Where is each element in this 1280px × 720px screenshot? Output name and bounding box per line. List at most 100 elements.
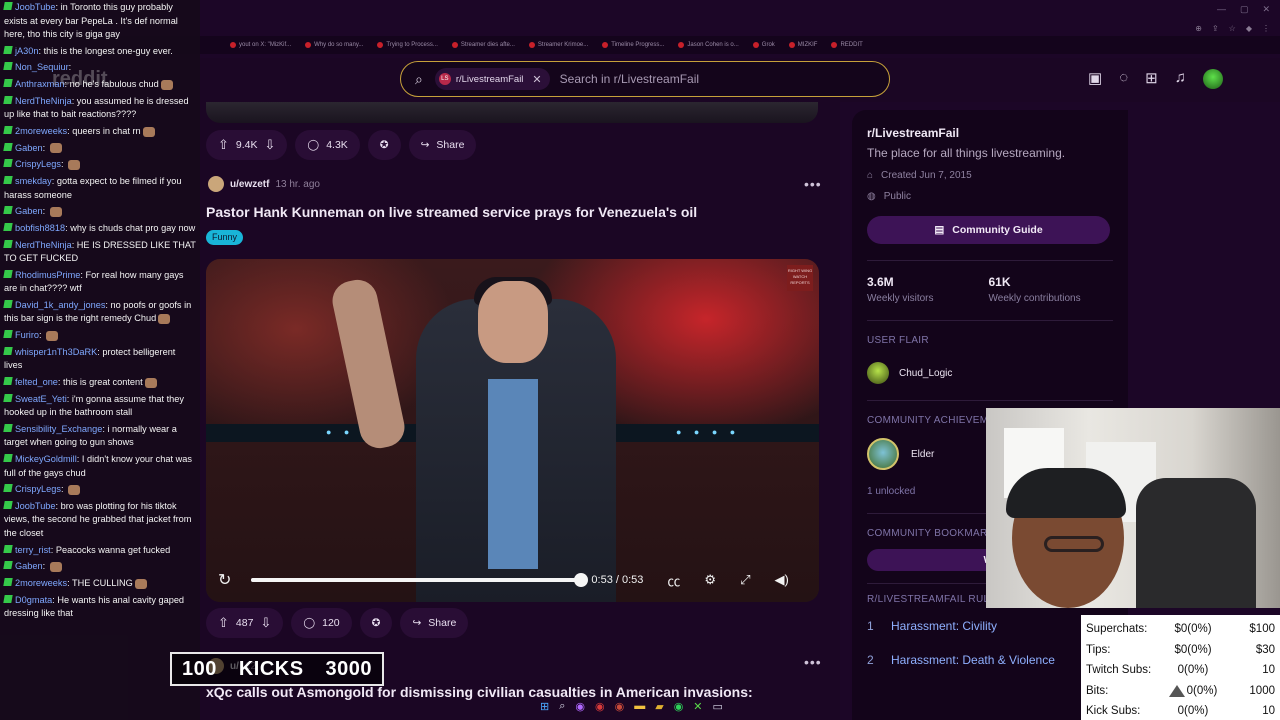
upvote-icon[interactable]: ⇧ <box>218 615 229 631</box>
bookmark-item[interactable]: Why do so many... <box>305 42 363 48</box>
chat-message: Gaben: <box>3 205 196 219</box>
chat-username[interactable]: D0gmata <box>15 595 52 605</box>
chat-username[interactable]: terry_rist <box>15 545 51 555</box>
bookmark-item[interactable]: MIZKIF <box>788 42 817 48</box>
share-button[interactable]: ↪ Share <box>400 608 469 638</box>
windows-start-icon[interactable]: ⊞ <box>540 700 549 713</box>
chat-username[interactable]: MickeyGoldmill <box>15 454 77 464</box>
star-icon[interactable]: ☆ <box>1229 24 1236 33</box>
user-avatar[interactable] <box>1202 69 1223 89</box>
minimize-icon[interactable]: — <box>1217 4 1226 15</box>
chat-username[interactable]: Sensibility_Exchange <box>15 424 102 434</box>
replay-icon[interactable]: ↻ <box>218 570 231 590</box>
clear-chip-icon[interactable]: ✕ <box>532 73 541 86</box>
downvote-icon[interactable]: ⇩ <box>260 615 271 631</box>
settings-gear-icon[interactable]: ⚙ <box>704 572 716 588</box>
menu-icon[interactable]: ⋮ <box>1262 24 1270 33</box>
post-flair[interactable]: Funny <box>206 230 244 245</box>
chat-username[interactable]: NerdTheNinja <box>15 240 72 250</box>
subreddit-search-chip[interactable]: LS r/LivestreamFail ✕ <box>434 68 550 90</box>
bookmark-item[interactable]: Grok <box>752 42 775 48</box>
pastor-head <box>478 281 548 363</box>
close-icon[interactable]: ✕ <box>1262 4 1270 15</box>
browser-taskbar-icon[interactable]: ◉ <box>575 700 585 713</box>
advertise-icon[interactable]: ▣ <box>1088 69 1102 89</box>
seek-bar[interactable] <box>251 573 589 587</box>
community-guide-button[interactable]: ▤ Community Guide <box>867 216 1110 244</box>
chat-username[interactable]: RhodimusPrime <box>15 270 80 280</box>
files-taskbar-icon[interactable]: ▰ <box>655 700 663 713</box>
search-icon: ⌕ <box>415 70 423 87</box>
post-title[interactable]: Pastor Hank Kunneman on live streamed se… <box>206 204 697 220</box>
author-avatar[interactable] <box>208 176 224 192</box>
chat-username[interactable]: bobfish8818 <box>15 223 65 233</box>
chat-username[interactable]: SweatE_Yeti <box>15 394 67 404</box>
more-options-icon[interactable]: ••• <box>804 176 822 192</box>
chrome-taskbar-icon[interactable]: ◉ <box>615 700 625 713</box>
notifications-icon[interactable]: ♫ <box>1175 69 1186 89</box>
downvote-icon[interactable]: ⇩ <box>265 137 276 153</box>
extension-icon[interactable]: ◆ <box>1246 24 1252 33</box>
app-taskbar-icon[interactable]: ◉ <box>595 700 605 713</box>
comments-button[interactable]: ◯ 4.3K <box>295 130 360 160</box>
bookmark-item[interactable]: Trying to Process... <box>377 42 438 48</box>
chat-username[interactable]: NerdTheNinja <box>15 96 72 106</box>
xbox-taskbar-icon[interactable]: ✕ <box>693 700 702 713</box>
achievement-badge-icon <box>867 438 899 470</box>
chat-username[interactable]: felted_one <box>15 377 58 387</box>
chat-username[interactable]: jA30n <box>15 46 39 56</box>
chat-username[interactable]: Gaben <box>15 206 43 216</box>
create-post-icon[interactable]: ⊞ <box>1145 69 1158 89</box>
community-name[interactable]: r/LivestreamFail <box>867 126 1113 140</box>
chat-icon[interactable]: ◌ <box>1119 69 1128 89</box>
previous-post-video[interactable] <box>206 102 818 123</box>
chat-username[interactable]: JoobTube <box>15 2 56 12</box>
bookmark-item[interactable]: Timeline Progress... <box>602 42 664 48</box>
search-input[interactable]: Search in r/LivestreamFail <box>560 72 699 86</box>
bookmark-item[interactable]: yout on X: "MizKif... <box>230 42 291 48</box>
taskbar-search-icon[interactable]: ⌕ <box>559 700 565 713</box>
spotify-taskbar-icon[interactable]: ◉ <box>674 700 684 713</box>
bookmark-item[interactable]: Streamer dies afte... <box>451 42 515 48</box>
rule-item[interactable]: 2 Harassment: Death & Violence <box>867 653 1113 667</box>
next-post-title[interactable]: xQc calls out Asmongold for dismissing c… <box>206 684 753 700</box>
chat-username[interactable]: CrispyLegs <box>15 159 61 169</box>
terminal-taskbar-icon[interactable]: ▭ <box>713 700 723 713</box>
explorer-taskbar-icon[interactable]: ▬ <box>634 700 645 713</box>
chat-username[interactable]: Gaben <box>15 143 43 153</box>
fullscreen-icon[interactable]: ⤢ <box>740 572 750 588</box>
chat-username[interactable]: Gaben <box>15 561 43 571</box>
bookmark-item[interactable]: Jason Cohen is o... <box>678 42 739 48</box>
award-button[interactable]: ✪ <box>367 130 401 160</box>
user-flair-row[interactable]: Chud_Logic <box>867 362 1113 384</box>
maximize-icon[interactable]: ▢ <box>1240 4 1249 15</box>
post-author[interactable]: u/ewzetf <box>230 179 269 190</box>
zoom-icon[interactable]: ⊕ <box>1195 24 1202 33</box>
volume-icon[interactable]: ◀) <box>774 572 788 588</box>
share-icon[interactable]: ⇪ <box>1212 24 1219 33</box>
upvote-icon[interactable]: ⇧ <box>218 137 229 153</box>
chat-username[interactable]: JoobTube <box>15 501 56 511</box>
search-bar[interactable]: ⌕ LS r/LivestreamFail ✕ Search in r/Live… <box>400 61 890 97</box>
video-player[interactable]: ● ● ● ● ● ● ● RIGHT WING WATCH REPORTS ↻… <box>206 259 819 602</box>
vote-count: 487 <box>235 617 254 629</box>
chat-username[interactable]: David_1k_andy_jones <box>15 300 105 310</box>
chat-message: felted_one: this is great content <box>3 376 196 390</box>
share-button[interactable]: ↪ Share <box>408 130 477 160</box>
seek-handle[interactable] <box>574 573 589 587</box>
award-button[interactable]: ✪ <box>359 608 393 638</box>
chat-username[interactable]: 2moreweeks <box>15 578 67 588</box>
chat-username[interactable]: Furiro <box>15 330 39 340</box>
comment-count: 120 <box>322 617 340 629</box>
chat-username[interactable]: whisper1nTh3DaRK <box>15 347 97 357</box>
donation-value: 0(0%) <box>1177 664 1209 677</box>
comments-button[interactable]: ◯ 120 <box>291 608 352 638</box>
chat-username[interactable]: 2moreweeks <box>15 126 67 136</box>
chat-username[interactable]: CrispyLegs <box>15 484 61 494</box>
bookmark-item[interactable]: Streamer Krimoe... <box>528 42 588 48</box>
captions-icon[interactable]: ㏄ <box>667 571 680 590</box>
bookmark-item[interactable]: REDDIT <box>831 42 863 48</box>
rule-item[interactable]: 1 Harassment: Civility <box>867 619 1113 633</box>
chat-username[interactable]: smekday <box>15 176 52 186</box>
more-options-icon[interactable]: ••• <box>804 654 822 670</box>
